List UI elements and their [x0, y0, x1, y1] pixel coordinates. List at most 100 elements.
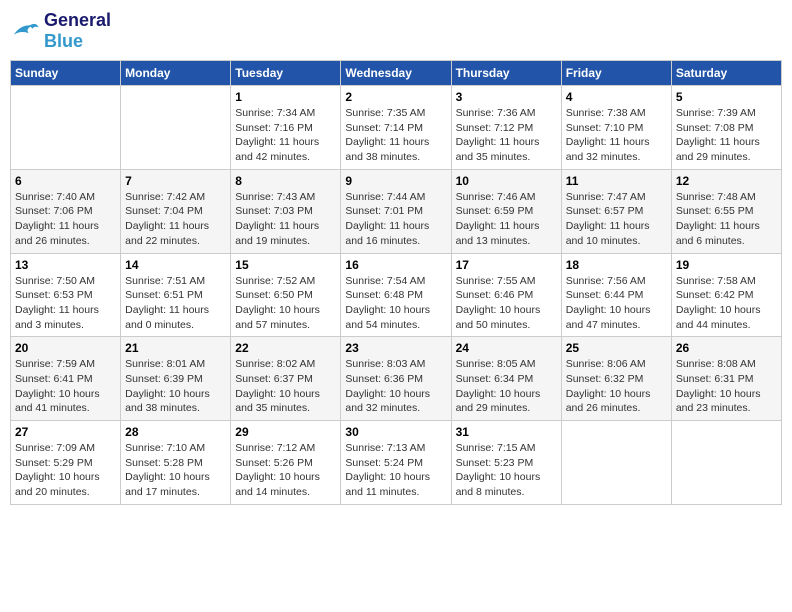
day-number: 5: [676, 90, 777, 104]
day-info: Sunrise: 7:46 AM Sunset: 6:59 PM Dayligh…: [456, 190, 557, 249]
day-number: 6: [15, 174, 116, 188]
calendar-cell: 17 Sunrise: 7:55 AM Sunset: 6:46 PM Dayli…: [451, 253, 561, 337]
weekday-header-tuesday: Tuesday: [231, 61, 341, 86]
day-number: 14: [125, 258, 226, 272]
weekday-header-sunday: Sunday: [11, 61, 121, 86]
day-info: Sunrise: 7:34 AM Sunset: 7:16 PM Dayligh…: [235, 106, 336, 165]
calendar-cell: 26 Sunrise: 8:08 AM Sunset: 6:31 PM Dayli…: [671, 337, 781, 421]
day-info: Sunrise: 8:08 AM Sunset: 6:31 PM Dayligh…: [676, 357, 777, 416]
calendar-cell: [561, 421, 671, 505]
calendar-cell: 18 Sunrise: 7:56 AM Sunset: 6:44 PM Dayli…: [561, 253, 671, 337]
day-number: 7: [125, 174, 226, 188]
weekday-header-saturday: Saturday: [671, 61, 781, 86]
day-number: 11: [566, 174, 667, 188]
day-info: Sunrise: 7:36 AM Sunset: 7:12 PM Dayligh…: [456, 106, 557, 165]
day-info: Sunrise: 8:05 AM Sunset: 6:34 PM Dayligh…: [456, 357, 557, 416]
weekday-header-friday: Friday: [561, 61, 671, 86]
day-number: 10: [456, 174, 557, 188]
calendar-week-5: 27 Sunrise: 7:09 AM Sunset: 5:29 PM Dayli…: [11, 421, 782, 505]
weekday-header-wednesday: Wednesday: [341, 61, 451, 86]
day-info: Sunrise: 8:06 AM Sunset: 6:32 PM Dayligh…: [566, 357, 667, 416]
calendar-week-4: 20 Sunrise: 7:59 AM Sunset: 6:41 PM Dayli…: [11, 337, 782, 421]
day-number: 20: [15, 341, 116, 355]
day-number: 15: [235, 258, 336, 272]
day-info: Sunrise: 7:51 AM Sunset: 6:51 PM Dayligh…: [125, 274, 226, 333]
day-info: Sunrise: 7:42 AM Sunset: 7:04 PM Dayligh…: [125, 190, 226, 249]
day-number: 3: [456, 90, 557, 104]
day-info: Sunrise: 7:58 AM Sunset: 6:42 PM Dayligh…: [676, 274, 777, 333]
day-info: Sunrise: 7:54 AM Sunset: 6:48 PM Dayligh…: [345, 274, 446, 333]
day-info: Sunrise: 7:38 AM Sunset: 7:10 PM Dayligh…: [566, 106, 667, 165]
day-number: 26: [676, 341, 777, 355]
calendar-cell: 20 Sunrise: 7:59 AM Sunset: 6:41 PM Dayli…: [11, 337, 121, 421]
day-info: Sunrise: 7:56 AM Sunset: 6:44 PM Dayligh…: [566, 274, 667, 333]
day-number: 22: [235, 341, 336, 355]
calendar-week-2: 6 Sunrise: 7:40 AM Sunset: 7:06 PM Daylig…: [11, 169, 782, 253]
day-info: Sunrise: 7:52 AM Sunset: 6:50 PM Dayligh…: [235, 274, 336, 333]
calendar-cell: 2Sunrise: 7:35 AM Sunset: 7:14 PM Daylig…: [341, 86, 451, 170]
calendar-cell: 10 Sunrise: 7:46 AM Sunset: 6:59 PM Dayli…: [451, 169, 561, 253]
calendar-cell: [671, 421, 781, 505]
day-number: 23: [345, 341, 446, 355]
day-info: Sunrise: 8:01 AM Sunset: 6:39 PM Dayligh…: [125, 357, 226, 416]
day-number: 21: [125, 341, 226, 355]
day-number: 1: [235, 90, 336, 104]
calendar-cell: 8Sunrise: 7:43 AM Sunset: 7:03 PM Daylig…: [231, 169, 341, 253]
day-number: 16: [345, 258, 446, 272]
day-info: Sunrise: 7:10 AM Sunset: 5:28 PM Dayligh…: [125, 441, 226, 500]
logo: General Blue: [10, 10, 111, 52]
logo-bird-icon: [10, 19, 40, 43]
day-number: 27: [15, 425, 116, 439]
day-number: 17: [456, 258, 557, 272]
calendar-cell: 21 Sunrise: 8:01 AM Sunset: 6:39 PM Dayli…: [121, 337, 231, 421]
weekday-header-thursday: Thursday: [451, 61, 561, 86]
calendar-cell: 1 Sunrise: 7:34 AM Sunset: 7:16 PM Daylig…: [231, 86, 341, 170]
calendar-cell: 23 Sunrise: 8:03 AM Sunset: 6:36 PM Dayli…: [341, 337, 451, 421]
day-number: 9: [345, 174, 446, 188]
day-info: Sunrise: 7:48 AM Sunset: 6:55 PM Dayligh…: [676, 190, 777, 249]
calendar-cell: 22Sunrise: 8:02 AM Sunset: 6:37 PM Dayli…: [231, 337, 341, 421]
calendar-cell: 15 Sunrise: 7:52 AM Sunset: 6:50 PM Dayli…: [231, 253, 341, 337]
day-number: 28: [125, 425, 226, 439]
calendar-cell: 29 Sunrise: 7:12 AM Sunset: 5:26 PM Dayli…: [231, 421, 341, 505]
day-number: 8: [235, 174, 336, 188]
day-number: 29: [235, 425, 336, 439]
calendar-cell: 4 Sunrise: 7:38 AM Sunset: 7:10 PM Daylig…: [561, 86, 671, 170]
calendar-cell: 24Sunrise: 8:05 AM Sunset: 6:34 PM Dayli…: [451, 337, 561, 421]
day-info: Sunrise: 7:35 AM Sunset: 7:14 PM Dayligh…: [345, 106, 446, 165]
day-info: Sunrise: 7:47 AM Sunset: 6:57 PM Dayligh…: [566, 190, 667, 249]
day-number: 18: [566, 258, 667, 272]
day-info: Sunrise: 7:09 AM Sunset: 5:29 PM Dayligh…: [15, 441, 116, 500]
calendar-cell: 9 Sunrise: 7:44 AM Sunset: 7:01 PM Daylig…: [341, 169, 451, 253]
calendar-cell: [11, 86, 121, 170]
calendar-cell: 5Sunrise: 7:39 AM Sunset: 7:08 PM Daylig…: [671, 86, 781, 170]
day-number: 31: [456, 425, 557, 439]
calendar-cell: 13Sunrise: 7:50 AM Sunset: 6:53 PM Dayli…: [11, 253, 121, 337]
day-info: Sunrise: 7:15 AM Sunset: 5:23 PM Dayligh…: [456, 441, 557, 500]
day-info: Sunrise: 7:40 AM Sunset: 7:06 PM Dayligh…: [15, 190, 116, 249]
day-info: Sunrise: 7:12 AM Sunset: 5:26 PM Dayligh…: [235, 441, 336, 500]
calendar-table: SundayMondayTuesdayWednesdayThursdayFrid…: [10, 60, 782, 505]
calendar-cell: 19 Sunrise: 7:58 AM Sunset: 6:42 PM Dayli…: [671, 253, 781, 337]
page-header: General Blue: [10, 10, 782, 52]
calendar-cell: 31 Sunrise: 7:15 AM Sunset: 5:23 PM Dayli…: [451, 421, 561, 505]
day-info: Sunrise: 8:03 AM Sunset: 6:36 PM Dayligh…: [345, 357, 446, 416]
day-number: 30: [345, 425, 446, 439]
day-number: 25: [566, 341, 667, 355]
day-number: 12: [676, 174, 777, 188]
day-info: Sunrise: 7:13 AM Sunset: 5:24 PM Dayligh…: [345, 441, 446, 500]
day-info: Sunrise: 7:44 AM Sunset: 7:01 PM Dayligh…: [345, 190, 446, 249]
calendar-cell: 25 Sunrise: 8:06 AM Sunset: 6:32 PM Dayli…: [561, 337, 671, 421]
calendar-cell: 3 Sunrise: 7:36 AM Sunset: 7:12 PM Daylig…: [451, 86, 561, 170]
day-number: 19: [676, 258, 777, 272]
weekday-header-monday: Monday: [121, 61, 231, 86]
calendar-cell: 27 Sunrise: 7:09 AM Sunset: 5:29 PM Dayli…: [11, 421, 121, 505]
calendar-cell: 14 Sunrise: 7:51 AM Sunset: 6:51 PM Dayli…: [121, 253, 231, 337]
calendar-cell: 16 Sunrise: 7:54 AM Sunset: 6:48 PM Dayli…: [341, 253, 451, 337]
day-info: Sunrise: 7:59 AM Sunset: 6:41 PM Dayligh…: [15, 357, 116, 416]
day-number: 13: [15, 258, 116, 272]
calendar-cell: [121, 86, 231, 170]
day-number: 4: [566, 90, 667, 104]
day-info: Sunrise: 7:55 AM Sunset: 6:46 PM Dayligh…: [456, 274, 557, 333]
calendar-week-1: 1 Sunrise: 7:34 AM Sunset: 7:16 PM Daylig…: [11, 86, 782, 170]
